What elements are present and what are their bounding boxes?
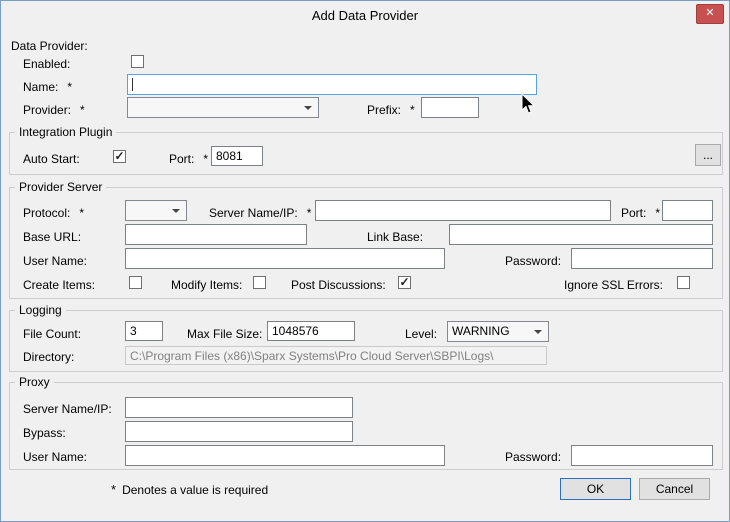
provider-select[interactable] (127, 97, 319, 118)
plugin-port-label: Port:* (169, 152, 208, 167)
base-url-input[interactable] (125, 224, 307, 245)
server-port-label: Port:* (621, 206, 660, 221)
proxy-password-label: Password: (505, 450, 561, 465)
level-select-value: WARNING (452, 324, 510, 338)
mouse-cursor (521, 93, 536, 115)
file-count-input[interactable] (125, 321, 163, 341)
integration-plugin-section-label: Integration Plugin (15, 125, 116, 139)
window-title: Add Data Provider (1, 8, 729, 23)
protocol-select[interactable] (125, 200, 187, 221)
enabled-label: Enabled: (23, 57, 70, 72)
max-file-size-label: Max File Size: (187, 327, 262, 342)
level-label: Level: (405, 327, 437, 342)
name-label: Name:* (23, 80, 72, 95)
title-bar[interactable]: Add Data Provider (1, 1, 729, 29)
logging-section-label: Logging (15, 303, 66, 317)
server-name-label: Server Name/IP:* (209, 206, 311, 221)
auto-start-checkbox[interactable]: ✓ (113, 150, 126, 163)
required-marker: * (307, 206, 312, 220)
max-file-size-input[interactable] (267, 321, 355, 341)
directory-label: Directory: (23, 350, 74, 365)
proxy-username-input[interactable] (125, 445, 445, 466)
server-port-input[interactable] (662, 200, 713, 221)
required-marker: * (203, 152, 208, 166)
create-items-checkbox[interactable] (129, 276, 142, 289)
post-discussions-checkbox[interactable]: ✓ (398, 276, 411, 289)
post-discussions-label: Post Discussions: (291, 278, 386, 293)
prefix-input[interactable] (421, 97, 479, 118)
proxy-username-label: User Name: (23, 450, 87, 465)
data-provider-section-label: Data Provider: (11, 39, 88, 54)
server-password-label: Password: (505, 254, 561, 269)
required-marker: * (655, 206, 660, 220)
modify-items-label: Modify Items: (171, 278, 242, 293)
provider-label: Provider:* (23, 103, 85, 118)
modify-items-checkbox[interactable] (253, 276, 266, 289)
server-password-input[interactable] (571, 248, 713, 269)
required-marker: * (410, 103, 415, 117)
ignore-ssl-label: Ignore SSL Errors: (564, 278, 663, 293)
link-base-input[interactable] (449, 224, 713, 245)
proxy-server-label: Server Name/IP: (23, 402, 112, 417)
required-marker: * (80, 103, 85, 117)
directory-input (125, 346, 547, 365)
browse-button[interactable]: ... (695, 144, 721, 166)
enabled-checkbox[interactable] (131, 55, 144, 68)
server-name-input[interactable] (315, 200, 611, 221)
protocol-label: Protocol:* (23, 206, 84, 221)
proxy-server-input[interactable] (125, 397, 353, 418)
base-url-label: Base URL: (23, 230, 81, 245)
dropdown-arrow-icon (304, 106, 312, 110)
prefix-label: Prefix:* (367, 103, 415, 118)
proxy-bypass-input[interactable] (125, 421, 353, 442)
provider-server-section-label: Provider Server (15, 180, 106, 194)
name-input[interactable] (127, 74, 537, 95)
required-marker: * (111, 482, 116, 497)
file-count-label: File Count: (23, 327, 81, 342)
text-caret (132, 78, 133, 91)
ok-button[interactable]: OK (560, 478, 631, 500)
close-button[interactable]: ✕ (696, 4, 724, 24)
cancel-button[interactable]: Cancel (639, 478, 710, 500)
required-marker: * (67, 80, 72, 94)
proxy-password-input[interactable] (571, 445, 713, 466)
plugin-port-input[interactable] (211, 146, 263, 166)
close-icon: ✕ (705, 7, 714, 19)
add-data-provider-dialog: Add Data Provider ✕ Data Provider: Enabl… (0, 0, 730, 522)
proxy-section-label: Proxy (15, 375, 54, 389)
level-select[interactable]: WARNING (447, 321, 549, 342)
link-base-label: Link Base: (367, 230, 423, 245)
dropdown-arrow-icon (172, 209, 180, 213)
required-note: *Denotes a value is required (111, 482, 268, 498)
server-username-input[interactable] (125, 248, 445, 269)
create-items-label: Create Items: (23, 278, 95, 293)
server-username-label: User Name: (23, 254, 87, 269)
auto-start-label: Auto Start: (23, 152, 80, 167)
required-marker: * (79, 206, 84, 220)
proxy-bypass-label: Bypass: (23, 426, 66, 441)
dropdown-arrow-icon (534, 330, 542, 334)
ignore-ssl-checkbox[interactable] (677, 276, 690, 289)
